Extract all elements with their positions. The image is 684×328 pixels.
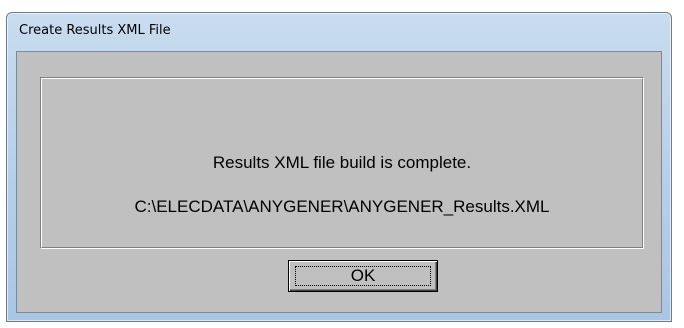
window-title: Create Results XML File [19, 23, 171, 38]
title-bar[interactable]: Create Results XML File [7, 13, 671, 51]
message-panel-inner: Results XML file build is complete. C:\E… [41, 78, 643, 248]
dialog-body: Results XML file build is complete. C:\E… [16, 51, 662, 313]
ok-button[interactable]: OK [288, 260, 438, 292]
dialog-window: Create Results XML File Results XML file… [6, 12, 672, 322]
results-file-path: C:\ELECDATA\ANYGENER\ANYGENER_Results.XM… [134, 197, 550, 216]
message-panel: Results XML file build is complete. C:\E… [40, 77, 644, 249]
completion-message: Results XML file build is complete. [212, 153, 472, 172]
ok-button-label: OK [350, 266, 376, 285]
